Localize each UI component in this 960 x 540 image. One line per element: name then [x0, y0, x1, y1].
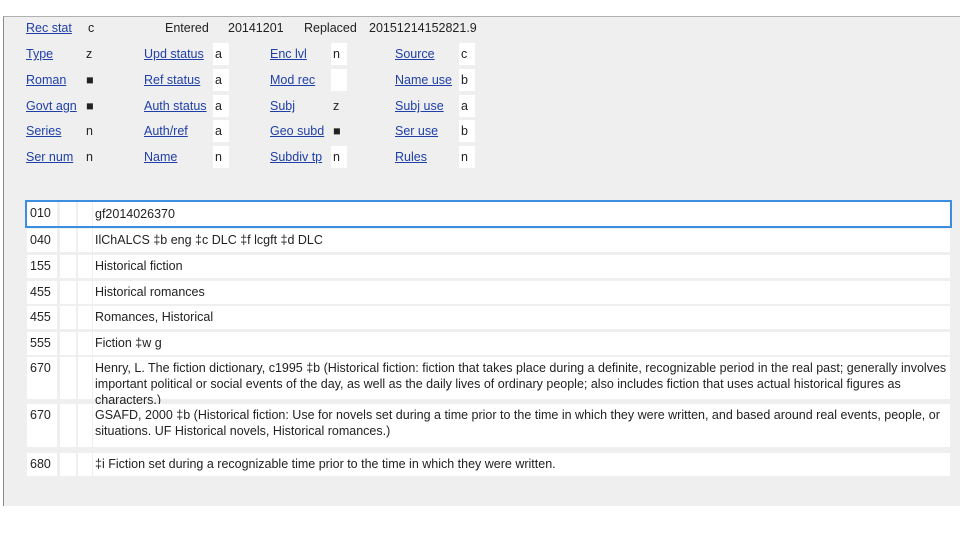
field-indicator-2[interactable] — [78, 332, 92, 355]
field-indicator-2[interactable] — [78, 281, 92, 304]
fixed-field-value-source[interactable]: c — [459, 43, 475, 65]
field-indicator-1[interactable] — [60, 281, 76, 304]
field-indicator-1[interactable] — [60, 332, 76, 355]
field-data[interactable]: Historical fiction — [93, 255, 950, 278]
fixed-field-value-govt-agn[interactable]: ■ — [84, 95, 100, 117]
entered-value: 20141201 — [228, 21, 284, 35]
field-tag[interactable]: 040 — [27, 229, 57, 252]
field-indicator-1[interactable] — [60, 453, 76, 476]
fixed-field-label-subj[interactable]: Subj — [270, 98, 295, 114]
fixed-field-label-name-use[interactable]: Name use — [395, 72, 452, 88]
fixed-field-value-rules[interactable]: n — [459, 146, 475, 168]
fixed-field-value-ser-use[interactable]: b — [459, 120, 475, 142]
rec-stat-label[interactable]: Rec stat — [26, 20, 72, 36]
fixed-field-value-auth-status[interactable]: a — [213, 95, 229, 117]
field-data[interactable]: Henry, L. The fiction dictionary, c1995 … — [93, 357, 950, 407]
field-tag[interactable]: 555 — [27, 332, 57, 355]
fixed-field-label-type[interactable]: Type — [26, 46, 53, 62]
fixed-field-label-upd-status[interactable]: Upd status — [144, 46, 204, 62]
field-indicator-2[interactable] — [78, 306, 92, 329]
field-indicator-1[interactable] — [60, 255, 76, 278]
fixed-field-value-enc-lvl[interactable]: n — [331, 43, 347, 65]
fixed-field-value-subdiv-tp[interactable]: n — [331, 146, 347, 168]
field-tag[interactable]: 455 — [27, 281, 57, 304]
field-data[interactable]: GSAFD, 2000 ‡b (Historical fiction: Use … — [93, 404, 950, 447]
fixed-field-value-geo-subd[interactable]: ■ — [331, 120, 347, 142]
field-indicator-1[interactable] — [60, 306, 76, 329]
field-tag[interactable]: 455 — [27, 306, 57, 329]
fixed-field-label-roman[interactable]: Roman — [26, 72, 66, 88]
fixed-field-label-subj-use[interactable]: Subj use — [395, 98, 444, 114]
replaced-label: Replaced — [304, 21, 357, 35]
field-tag[interactable]: 010 — [27, 202, 57, 226]
fixed-field-value-roman[interactable]: ■ — [84, 69, 100, 91]
field-indicator-2[interactable] — [78, 229, 92, 252]
field-indicator-2[interactable] — [78, 453, 92, 476]
fixed-field-value-name[interactable]: n — [213, 146, 229, 168]
fixed-field-label-govt-agn[interactable]: Govt agn — [26, 98, 77, 114]
field-data[interactable]: IlChALCS ‡b eng ‡c DLC ‡f lcgft ‡d DLC — [93, 229, 950, 252]
fixed-field-value-name-use[interactable]: b — [459, 69, 475, 91]
rec-stat-value: c — [88, 21, 95, 35]
fixed-field-label-auth-ref[interactable]: Auth/ref — [144, 123, 188, 139]
fixed-field-label-ref-status[interactable]: Ref status — [144, 72, 200, 88]
field-indicator-1[interactable] — [60, 357, 76, 399]
field-indicator-2[interactable] — [78, 357, 92, 399]
fixed-field-label-subdiv-tp[interactable]: Subdiv tp — [270, 149, 322, 165]
fixed-field-value-mod-rec[interactable] — [331, 69, 347, 91]
field-tag[interactable]: 155 — [27, 255, 57, 278]
fixed-field-label-geo-subd[interactable]: Geo subd — [270, 123, 324, 139]
fixed-field-label-series[interactable]: Series — [26, 123, 61, 139]
fixed-field-label-mod-rec[interactable]: Mod rec — [270, 72, 315, 88]
field-tag[interactable]: 670 — [27, 404, 57, 447]
fixed-field-label-ser-num[interactable]: Ser num — [26, 149, 73, 165]
field-indicator-1[interactable] — [60, 404, 76, 447]
fixed-field-value-subj[interactable]: z — [331, 95, 347, 117]
fixed-field-label-enc-lvl[interactable]: Enc lvl — [270, 46, 307, 62]
fixed-field-value-auth-ref[interactable]: a — [213, 120, 229, 142]
field-data[interactable]: Romances, Historical — [93, 306, 950, 329]
fixed-field-value-ser-num[interactable]: n — [84, 146, 100, 168]
fixed-field-value-series[interactable]: n — [84, 120, 100, 142]
field-data[interactable]: Fiction ‡w g — [93, 332, 950, 355]
fixed-field-label-source[interactable]: Source — [395, 46, 435, 62]
fixed-field-value-subj-use[interactable]: a — [459, 95, 475, 117]
field-data[interactable]: gf2014026370 — [93, 202, 950, 226]
field-indicator-1[interactable] — [60, 229, 76, 252]
field-indicator-2[interactable] — [78, 202, 92, 226]
entered-label: Entered — [165, 21, 209, 35]
field-indicator-2[interactable] — [78, 255, 92, 278]
fixed-field-value-ref-status[interactable]: a — [213, 69, 229, 91]
fixed-field-label-ser-use[interactable]: Ser use — [395, 123, 438, 139]
fixed-field-value-type[interactable]: z — [84, 43, 100, 65]
field-indicator-1[interactable] — [60, 202, 76, 226]
field-tag[interactable]: 670 — [27, 357, 57, 399]
fixed-field-label-rules[interactable]: Rules — [395, 149, 427, 165]
field-data[interactable]: Historical romances — [93, 281, 950, 304]
replaced-value: 20151214152821.9 — [369, 21, 477, 35]
field-indicator-2[interactable] — [78, 404, 92, 447]
field-data[interactable]: ‡i Fiction set during a recognizable tim… — [93, 453, 950, 476]
fixed-field-label-auth-status[interactable]: Auth status — [144, 98, 207, 114]
fixed-field-value-upd-status[interactable]: a — [213, 43, 229, 65]
field-tag[interactable]: 680 — [27, 453, 57, 476]
fixed-field-label-name[interactable]: Name — [144, 149, 177, 165]
